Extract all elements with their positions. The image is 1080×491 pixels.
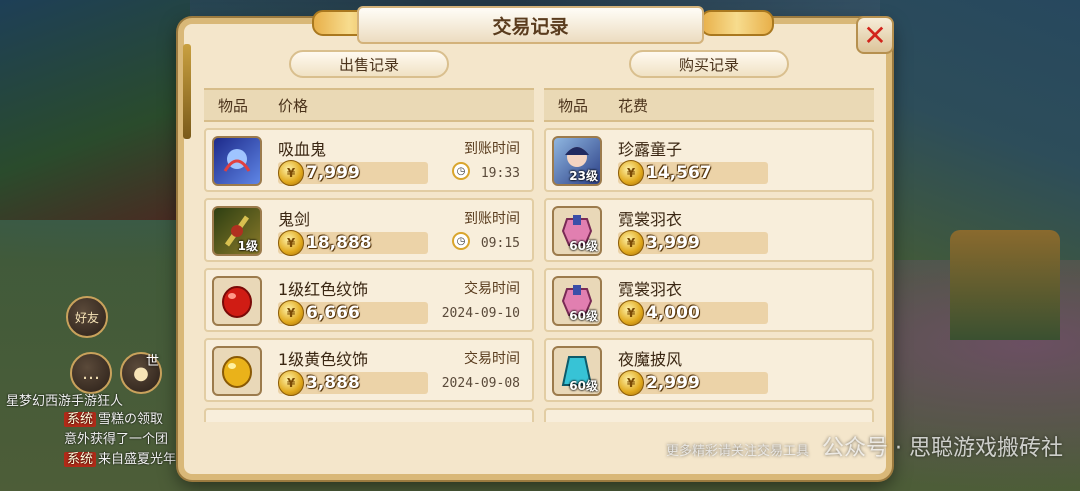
coin-icon: ¥ xyxy=(278,370,304,396)
item-level: 23级 xyxy=(569,169,598,183)
item-cost: 4,000 xyxy=(646,303,700,323)
column-item: 物品 xyxy=(218,96,249,115)
yellow-gem-icon xyxy=(212,346,262,396)
sell-row[interactable]: 1级黄色纹饰 ¥ 3,888 交易时间 2024-09-08 xyxy=(204,338,534,402)
buy-record-header: 购买记录 xyxy=(629,50,789,78)
dialog-title: 交易记录 xyxy=(357,6,704,44)
time-label: 交易时间 xyxy=(464,281,520,297)
coin-icon: ¥ xyxy=(278,230,304,256)
column-price: 价格 xyxy=(278,96,309,115)
world-channel-label: 世 xyxy=(146,354,160,369)
title-ornament-right xyxy=(700,10,774,36)
buy-row[interactable]: 60级 夜魔披风 ¥ 2,999 xyxy=(544,338,874,402)
coin-icon: ¥ xyxy=(618,370,644,396)
item-level: 60级 xyxy=(569,379,598,393)
item-name: 霓裳羽衣 xyxy=(618,280,683,299)
buy-row-partial[interactable] xyxy=(544,408,874,422)
sell-table-header: 物品 价格 xyxy=(204,88,534,122)
price-bar: ¥ 14,567 xyxy=(618,160,768,186)
item-price: 7,999 xyxy=(306,163,360,183)
item-cost: 14,567 xyxy=(646,163,712,183)
item-price: 3,888 xyxy=(306,373,360,393)
close-icon: ✕ xyxy=(863,18,887,52)
item-name: 霓裳羽衣 xyxy=(618,210,683,229)
friend-button[interactable]: 好友 xyxy=(66,296,108,338)
watermark-small: 更多精彩请关注交易工具 xyxy=(666,444,810,459)
item-name: 1级黄色纹饰 xyxy=(278,350,369,369)
coin-icon: ¥ xyxy=(278,300,304,326)
chat-bubble-icon: … xyxy=(82,362,100,384)
cyan-cloak-icon: 60级 xyxy=(552,346,602,396)
time-label: 到账时间 xyxy=(464,141,520,157)
price-bar: ¥ 7,999 xyxy=(278,160,428,186)
time-value: 19:33 xyxy=(480,166,520,181)
buy-table-header: 物品 花费 xyxy=(544,88,874,122)
coin-icon: ¥ xyxy=(618,160,644,186)
pink-armor-icon: 60级 xyxy=(552,276,602,326)
price-bar: ¥ 3,999 xyxy=(618,230,768,256)
item-name: 鬼剑 xyxy=(278,210,311,229)
column-item: 物品 xyxy=(558,96,589,115)
buy-row[interactable]: 23级 珍露童子 ¥ 14,567 xyxy=(544,128,874,192)
chat-line[interactable]: 意外获得了一个团 xyxy=(64,428,168,447)
chat-line[interactable]: 系统 雪糕の领取 xyxy=(64,408,163,427)
item-price: 18,888 xyxy=(306,233,372,253)
sell-row[interactable]: 1级红色纹饰 ¥ 6,666 交易时间 2024-09-10 xyxy=(204,268,534,332)
background-roof-left xyxy=(0,0,190,220)
pink-armor-icon: 60级 xyxy=(552,206,602,256)
close-button[interactable]: ✕ xyxy=(856,16,894,54)
tassel-decoration xyxy=(183,44,191,139)
coin-icon: ¥ xyxy=(618,300,644,326)
price-bar: ¥ 6,666 xyxy=(278,300,428,326)
chat-bubble-button[interactable]: … xyxy=(70,352,112,394)
child-pet-icon: 23级 xyxy=(552,136,602,186)
clock-icon: ◷ xyxy=(452,162,470,180)
chat-line[interactable]: 星梦幻西游手游狂人 xyxy=(6,390,123,409)
buy-row[interactable]: 60级 霓裳羽衣 ¥ 3,999 xyxy=(544,198,874,262)
price-bar: ¥ 3,888 xyxy=(278,370,428,396)
item-name: 1级红色纹饰 xyxy=(278,280,369,299)
time-value: 2024-09-10 xyxy=(441,306,520,321)
watermark-main: 公众号 · 思聪游戏搬砖社 xyxy=(822,436,1063,461)
red-gem-icon xyxy=(212,276,262,326)
buy-record-column: 购买记录 物品 花费 23级 珍露童子 ¥ 14,567 60级 霓裳羽衣 ¥ … xyxy=(544,50,874,422)
sell-row[interactable]: 1级 鬼剑 ¥ 18,888 到账时间 ◷ 09:15 xyxy=(204,198,534,262)
ghost-sword-icon: 1级 xyxy=(212,206,262,256)
item-name: 吸血鬼 xyxy=(278,140,327,159)
sell-record-header: 出售记录 xyxy=(289,50,449,78)
time-label: 到账时间 xyxy=(464,211,520,227)
price-bar: ¥ 18,888 xyxy=(278,230,428,256)
column-cost: 花费 xyxy=(618,96,649,115)
chat-line[interactable]: 系统 来自盛夏光年 xyxy=(64,448,176,467)
item-level: 1级 xyxy=(237,239,258,253)
price-bar: ¥ 4,000 xyxy=(618,300,768,326)
clock-icon: ◷ xyxy=(452,232,470,250)
coin-icon: ¥ xyxy=(278,160,304,186)
buy-row[interactable]: 60级 霓裳羽衣 ¥ 4,000 xyxy=(544,268,874,332)
watermark: 更多精彩请关注交易工具 公众号 · 思聪游戏搬砖社 xyxy=(666,430,1063,462)
sell-row[interactable]: 吸血鬼 ¥ 7,999 到账时间 ◷ 19:33 xyxy=(204,128,534,192)
item-name: 珍露童子 xyxy=(618,140,683,159)
item-cost: 2,999 xyxy=(646,373,700,393)
time-value: 2024-09-08 xyxy=(441,376,520,391)
sell-record-column: 出售记录 物品 价格 吸血鬼 ¥ 7,999 到账时间 ◷ 19:33 1级 鬼… xyxy=(204,50,534,422)
background-temple xyxy=(950,230,1060,340)
vampire-pet-icon xyxy=(212,136,262,186)
sell-row-partial[interactable] xyxy=(204,408,534,422)
friend-label: 好友 xyxy=(74,310,99,325)
item-price: 6,666 xyxy=(306,303,360,323)
time-value: 09:15 xyxy=(480,236,520,251)
time-label: 交易时间 xyxy=(464,351,520,367)
background-roof-right xyxy=(880,0,1080,260)
item-cost: 3,999 xyxy=(646,233,700,253)
coin-icon: ¥ xyxy=(618,230,644,256)
item-name: 夜魔披风 xyxy=(618,350,683,369)
item-level: 60级 xyxy=(569,309,598,323)
price-bar: ¥ 2,999 xyxy=(618,370,768,396)
item-level: 60级 xyxy=(569,239,598,253)
